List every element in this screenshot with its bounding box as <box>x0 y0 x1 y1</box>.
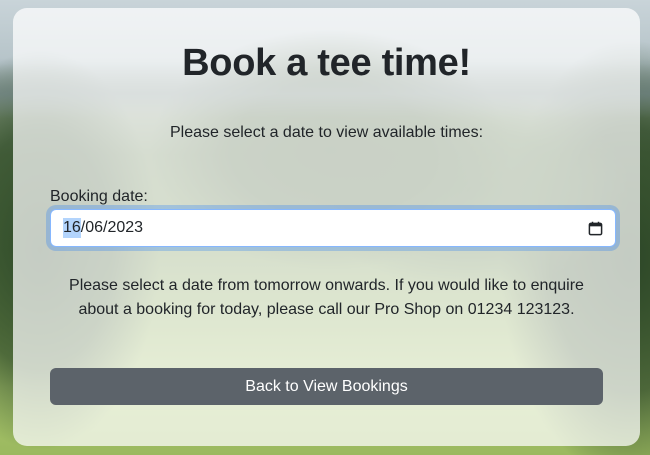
booking-card: Book a tee time! Please select a date to… <box>13 8 640 446</box>
page-title: Book a tee time! <box>182 42 471 84</box>
booking-date-label: Booking date: <box>50 188 148 205</box>
calendar-icon[interactable] <box>588 221 603 236</box>
back-to-view-bookings-button[interactable]: Back to View Bookings <box>50 368 603 405</box>
booking-notice: Please select a date from tomorrow onwar… <box>69 277 584 318</box>
page-subtitle: Please select a date to view available t… <box>169 124 484 141</box>
booking-date-input[interactable]: 16/06/2023 <box>50 209 616 247</box>
date-day-segment[interactable]: 16 <box>63 218 81 238</box>
date-month-year-segment[interactable]: /06/2023 <box>81 219 143 237</box>
